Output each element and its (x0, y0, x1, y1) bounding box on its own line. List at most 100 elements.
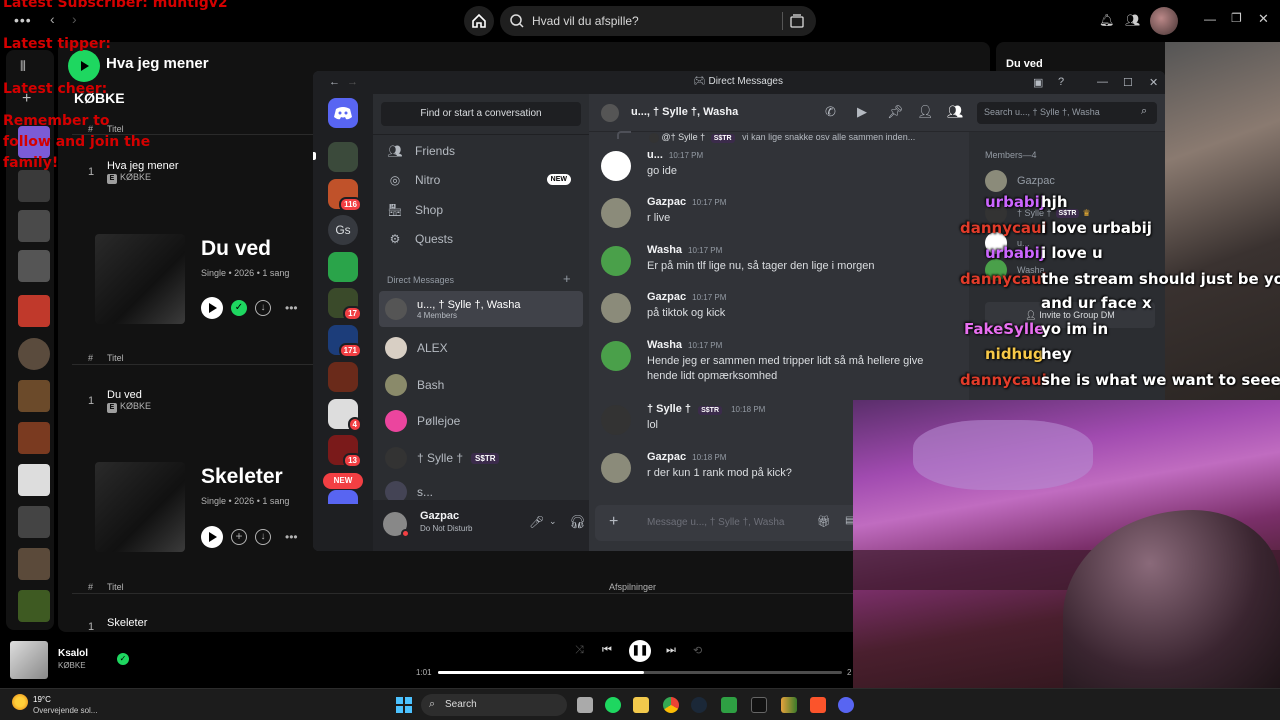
pin-icon[interactable]: 📌︎ (887, 104, 904, 120)
task-view-icon[interactable] (577, 697, 593, 713)
bell-icon[interactable]: 🔔︎ (1099, 13, 1114, 27)
headphones-icon[interactable]: 🎧︎ (569, 514, 586, 530)
browse-icon[interactable] (790, 14, 804, 28)
reply-preview[interactable]: @† Sylle † S$TR vi kan lige snakke osv a… (649, 132, 915, 143)
chat-title[interactable]: u..., † Sylle †, Washa (631, 106, 738, 118)
member-list-icon[interactable]: 👥︎ (947, 104, 964, 120)
gift-icon[interactable]: 🎁︎ (817, 515, 831, 528)
server-icon[interactable]: 4 (328, 399, 362, 432)
playlist-thumb[interactable] (18, 250, 50, 282)
progress-bar[interactable] (438, 671, 842, 674)
dm-item-group[interactable]: u..., † Sylle †, Washa 4 Members (379, 291, 583, 327)
playlist-thumb[interactable] (18, 548, 50, 580)
track-row[interactable]: Hva jeg mener E KØBKE (107, 160, 179, 184)
shuffle-icon[interactable]: ⤨ (575, 644, 584, 657)
track-row[interactable]: Du ved E KØBKE (107, 389, 151, 413)
new-server-badge[interactable]: NEW (323, 473, 363, 489)
server-icon[interactable]: 17 (328, 288, 362, 321)
friends-activity-icon[interactable]: 👥︎ (1125, 13, 1140, 27)
server-icon[interactable]: 116 (328, 179, 362, 212)
album-play-button[interactable] (201, 526, 223, 548)
back-arrow-icon[interactable]: ← (329, 76, 340, 88)
call-icon[interactable]: ✆ (825, 104, 836, 120)
create-dm-icon[interactable]: + (563, 271, 571, 286)
inbox-icon[interactable]: ▣ (1033, 76, 1043, 89)
track-row[interactable]: Skeleter (107, 617, 147, 629)
playlist-thumb[interactable] (18, 464, 50, 496)
pause-button[interactable]: ❚❚ (629, 640, 651, 662)
server-icon[interactable] (328, 362, 358, 392)
microphone-icon[interactable]: 🎤︎ (529, 515, 544, 529)
discord-home-button[interactable] (328, 98, 358, 128)
server-icon[interactable] (328, 142, 358, 172)
now-playing-artist[interactable]: KØBKE (58, 661, 86, 670)
repeat-icon[interactable]: ⟲ (693, 644, 702, 657)
back-arrow-icon[interactable]: ‹ (50, 11, 55, 27)
server-icon[interactable]: 13 (328, 435, 362, 468)
weather-temp[interactable]: 19°C (33, 695, 51, 704)
video-call-icon[interactable]: ▶ (857, 104, 867, 120)
server-icon[interactable] (328, 490, 358, 504)
nav-friends[interactable]: 👥︎ Friends (381, 138, 581, 164)
weather-desc[interactable]: Overvejende sol... (33, 706, 97, 715)
next-icon[interactable]: ⏭︎ (666, 644, 676, 657)
dm-item[interactable]: Bash (379, 369, 583, 401)
weather-sun-icon[interactable] (12, 694, 28, 710)
find-conversation-input[interactable]: Find or start a conversation (381, 102, 581, 126)
home-button[interactable] (464, 6, 494, 36)
add-attachment-icon[interactable]: + (609, 513, 618, 531)
library-icon[interactable]: ⫴ (20, 58, 26, 75)
spotify-taskbar-icon[interactable] (605, 697, 621, 713)
maximize-icon[interactable]: ☐ (1123, 76, 1133, 89)
previous-icon[interactable]: ⏮︎ (602, 644, 612, 657)
chat-search-input[interactable]: Search u..., † Sylle †, Washa ⌕ (977, 102, 1157, 124)
playlist-thumb[interactable] (18, 422, 50, 454)
forward-arrow-icon[interactable]: › (72, 11, 77, 27)
add-to-library-icon[interactable]: + (231, 529, 247, 545)
server-icon[interactable]: 171 (328, 325, 362, 358)
playlist-thumb[interactable] (18, 295, 50, 327)
dm-item[interactable]: † Sylle † S$TR (379, 442, 583, 474)
steam-icon[interactable] (691, 697, 707, 713)
download-icon[interactable]: ↓ (255, 300, 271, 316)
album-title[interactable]: Skeleter (201, 465, 283, 489)
chevron-down-icon[interactable]: ⌄ (549, 516, 557, 527)
game-icon[interactable] (721, 697, 737, 713)
playlist-thumb[interactable] (18, 506, 50, 538)
member-item[interactable]: Gazpac (985, 170, 1055, 192)
album-title[interactable]: Du ved (201, 237, 271, 261)
menu-dots-icon[interactable]: ••• (14, 12, 32, 28)
now-playing-cover[interactable] (10, 641, 48, 679)
nav-shop[interactable]: 🏪︎ Shop (381, 197, 581, 223)
forward-arrow-icon[interactable]: → (347, 76, 358, 88)
play-button[interactable] (68, 50, 100, 82)
server-icon[interactable]: Gs (328, 215, 358, 245)
artist-thumb[interactable] (18, 338, 50, 370)
now-playing-track[interactable]: Ksalol (58, 648, 88, 659)
saved-check-icon[interactable]: ✓ (117, 653, 129, 665)
saved-check-icon[interactable]: ✓ (231, 300, 247, 316)
dm-item[interactable]: ALEX (379, 332, 583, 364)
nav-nitro[interactable]: ◎ Nitro NEW (381, 167, 581, 193)
search-bar[interactable]: Hvad vil du afspille? (500, 6, 816, 36)
server-icon[interactable] (328, 252, 358, 282)
playlist-thumb[interactable] (18, 170, 50, 202)
windows-start-icon[interactable] (396, 697, 412, 713)
playlist-thumb[interactable] (18, 590, 50, 622)
close-icon[interactable]: ✕ (1258, 11, 1269, 27)
playlist-thumb[interactable] (18, 210, 50, 242)
playlist-thumb[interactable] (18, 380, 50, 412)
more-options-icon[interactable]: ••• (285, 530, 298, 544)
maximize-icon[interactable]: ❐ (1231, 11, 1242, 25)
help-icon[interactable]: ? (1058, 76, 1064, 88)
close-icon[interactable]: ✕ (1149, 76, 1158, 89)
dm-item[interactable]: Pøllejoe (379, 405, 583, 437)
minimize-icon[interactable]: — (1097, 76, 1108, 88)
app-icon[interactable] (751, 697, 767, 713)
minimize-icon[interactable]: — (1204, 12, 1216, 26)
add-friends-icon[interactable]: 👤︎ (917, 104, 934, 120)
discord-taskbar-icon[interactable] (838, 697, 854, 713)
file-explorer-icon[interactable] (633, 697, 649, 713)
more-options-icon[interactable]: ••• (285, 301, 298, 315)
download-icon[interactable]: ↓ (255, 529, 271, 545)
